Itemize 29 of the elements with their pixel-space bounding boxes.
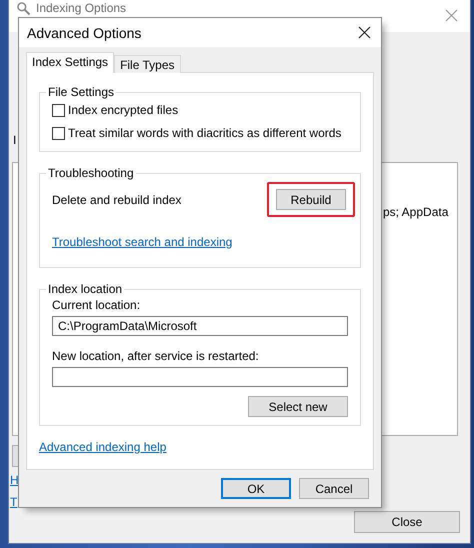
close-icon[interactable] [358,26,371,39]
group-title: Index location [47,282,124,296]
checkbox-label[interactable]: Index encrypted files [68,103,178,117]
checkbox[interactable] [52,126,65,140]
checkbox-label[interactable]: Treat similar words with diacritics as different words [68,126,342,140]
checkbox[interactable] [52,104,65,116]
dialog-title: Advanced Options [27,24,142,40]
dialog-button[interactable]: Cancel [299,478,369,499]
rebuild-description: Delete and rebuild index [52,192,182,206]
input-field[interactable]: C:\ProgramData\Microsoft [52,316,348,336]
search-icon [17,2,30,15]
group-title: Troubleshooting [47,166,135,180]
dialog-button[interactable]: OK [221,478,291,499]
field-label: Current location: [52,298,142,312]
section-label: I [13,133,16,147]
group-title: File Settings [47,85,116,99]
window-title: Indexing Options [36,1,126,15]
select-new-button[interactable]: Select new [248,396,348,417]
field-label: New location, after service is restarted: [52,349,260,363]
help-link[interactable]: Advanced indexing help [39,440,166,454]
help-link[interactable]: T [10,495,19,509]
help-link[interactable]: H [10,473,19,487]
rebuild-button[interactable]: Rebuild [276,189,346,210]
tab[interactable]: Index Settings [26,52,114,73]
troubleshoot-link[interactable]: Troubleshoot search and indexing [52,235,232,249]
input-field[interactable] [52,367,348,387]
close-button[interactable]: Close [354,511,460,533]
tab[interactable]: File Types [114,55,181,73]
list-text: ps; AppData [383,205,448,219]
